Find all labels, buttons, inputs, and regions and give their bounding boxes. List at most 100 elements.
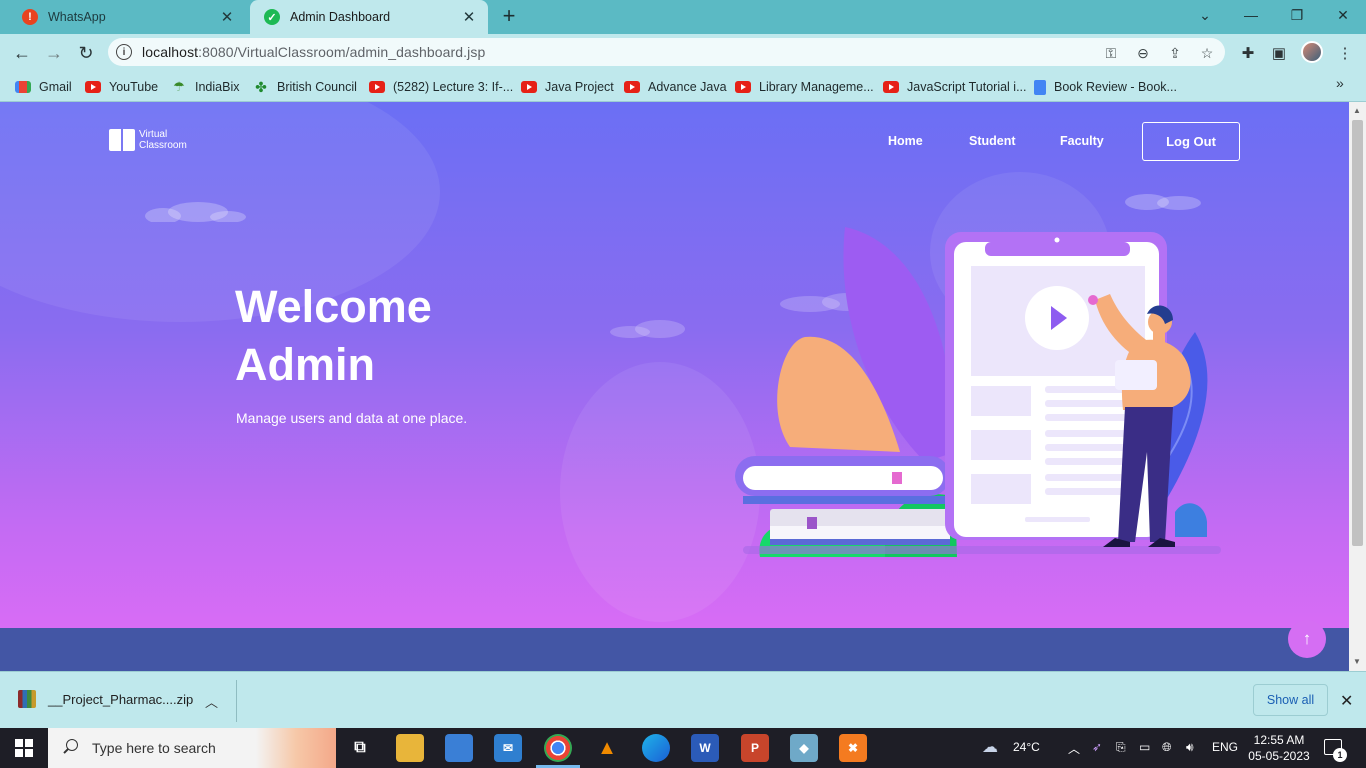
hero-title: Welcome Admin xyxy=(235,278,432,394)
bookmark-book-review[interactable]: Book Review - Book... xyxy=(1034,77,1177,97)
reload-icon[interactable]: ↻ xyxy=(73,40,99,66)
hero-title-line-2: Admin xyxy=(235,339,375,390)
youtube-icon xyxy=(624,81,640,93)
weather-cloud-icon[interactable]: ☁ xyxy=(982,737,998,757)
admin-dashboard-page: Virtual Classroom Home Student Faculty L… xyxy=(0,102,1349,671)
key-icon[interactable]: ⚿ xyxy=(1102,44,1120,62)
browser-tab-strip: ! WhatsApp ✕ ✓ Admin Dashboard ✕ + ⌄ — ❐… xyxy=(0,0,1366,34)
close-icon[interactable]: ✕ xyxy=(218,8,236,26)
browser-toolbar: ← → ↻ i localhost:8080/VirtualClassroom/… xyxy=(0,34,1366,71)
battery-icon[interactable]: ▭ xyxy=(1139,740,1150,754)
scrollbar-thumb[interactable] xyxy=(1352,120,1363,546)
windows-taskbar: Type here to search ⧉ ✉ ▲ W P ◆ ✖ ☁ 24°C… xyxy=(0,728,1366,768)
forward-arrow-icon[interactable]: → xyxy=(41,40,67,66)
british-council-icon: ✤ xyxy=(255,78,267,95)
cloud-decoration xyxy=(145,202,246,222)
download-item[interactable]: __Project_Pharmac....zip xyxy=(18,690,193,708)
nav-faculty-link[interactable]: Faculty xyxy=(1060,134,1104,148)
more-menu-icon[interactable]: ⋮ xyxy=(1334,42,1356,64)
youtube-icon xyxy=(85,81,101,93)
word-icon[interactable]: W xyxy=(691,734,719,762)
chrome-icon[interactable] xyxy=(536,734,580,768)
file-explorer-icon[interactable] xyxy=(396,734,424,762)
bookmark-star-icon[interactable]: ☆ xyxy=(1198,44,1216,62)
search-highlight-image xyxy=(256,728,336,768)
taskbar-clock[interactable]: 12:55 AM 05-05-2023 xyxy=(1244,732,1314,764)
feather-icon[interactable]: ➶ xyxy=(1092,740,1102,754)
bookmark-label: Java Project xyxy=(545,80,614,94)
youtube-icon xyxy=(735,81,751,93)
input-language[interactable]: ENG xyxy=(1212,740,1238,754)
bookmark-indiabix[interactable]: ☂ IndiaBix xyxy=(171,77,239,97)
tab-admin-dashboard[interactable]: ✓ Admin Dashboard ✕ xyxy=(250,0,488,34)
back-arrow-icon[interactable]: ← xyxy=(9,40,35,66)
search-icon xyxy=(62,739,80,757)
windows-start-icon[interactable] xyxy=(15,739,33,757)
zoom-out-icon[interactable]: ⊖ xyxy=(1134,44,1152,62)
task-view-icon[interactable]: ⧉ xyxy=(346,734,374,762)
bookmark-label: JavaScript Tutorial i... xyxy=(907,80,1027,94)
clock-date: 05-05-2023 xyxy=(1248,749,1310,763)
address-bar[interactable]: i localhost:8080/VirtualClassroom/admin_… xyxy=(108,38,1225,66)
site-info-icon[interactable]: i xyxy=(116,44,132,60)
mail-icon[interactable]: ✉ xyxy=(494,734,522,762)
tab-search-chevron-icon[interactable]: ⌄ xyxy=(1182,0,1228,30)
nav-home-link[interactable]: Home xyxy=(888,134,923,148)
volume-icon[interactable]: 🔊︎ xyxy=(1186,740,1194,755)
zip-archive-icon xyxy=(18,690,36,708)
scroll-to-top-button[interactable]: ↑ xyxy=(1288,620,1326,658)
bookmark-label: IndiaBix xyxy=(195,80,240,94)
edge-icon[interactable] xyxy=(642,734,670,762)
youtube-icon xyxy=(521,81,537,93)
network-globe-icon[interactable]: 🌐︎ xyxy=(1162,740,1172,755)
bookmark-british-council[interactable]: ✤ British Council xyxy=(253,77,357,97)
logout-button[interactable]: Log Out xyxy=(1142,122,1240,161)
new-tab-button[interactable]: + xyxy=(497,5,521,29)
virtualbox-icon[interactable]: ◆ xyxy=(790,734,818,762)
bookmark-youtube[interactable]: YouTube xyxy=(85,77,158,97)
tab-whatsapp[interactable]: ! WhatsApp ✕ xyxy=(8,0,246,34)
arrow-up-icon: ↑ xyxy=(1302,629,1312,648)
extensions-icon[interactable]: ✚ xyxy=(1237,42,1259,64)
close-icon[interactable]: ✕ xyxy=(1340,691,1353,711)
indiabix-icon: ☂ xyxy=(173,79,185,94)
bookmark-label: British Council xyxy=(277,80,357,94)
bookmark-java-project[interactable]: Java Project xyxy=(521,77,614,97)
minimize-icon[interactable]: — xyxy=(1228,0,1274,30)
restore-icon[interactable]: ❐ xyxy=(1274,0,1320,30)
url-text: localhost:8080/VirtualClassroom/admin_da… xyxy=(142,44,486,60)
xampp-icon[interactable]: ✖ xyxy=(839,734,867,762)
gmail-icon xyxy=(15,81,31,93)
side-panel-icon[interactable]: ▣ xyxy=(1268,42,1290,64)
close-icon[interactable]: ✕ xyxy=(460,8,478,26)
weather-temperature[interactable]: 24°C xyxy=(1013,740,1040,754)
bookmark-lecture[interactable]: (5282) Lecture 3: If-... xyxy=(369,77,513,97)
meet-now-icon[interactable]: ⎘ xyxy=(1116,740,1126,755)
hero-title-line-1: Welcome xyxy=(235,281,432,332)
bookmark-javascript[interactable]: JavaScript Tutorial i... xyxy=(883,77,1027,97)
bookmark-label: YouTube xyxy=(109,80,159,94)
scroll-up-arrow-icon[interactable]: ▲ xyxy=(1353,106,1361,115)
powerpoint-icon[interactable]: P xyxy=(741,734,769,762)
bookmark-label: Library Manageme... xyxy=(759,80,874,94)
chevron-up-icon[interactable]: ︿ xyxy=(205,692,218,711)
chevron-up-icon[interactable]: ︿ xyxy=(1068,740,1080,757)
profile-avatar[interactable] xyxy=(1301,41,1323,63)
scroll-down-arrow-icon[interactable]: ▼ xyxy=(1353,657,1361,666)
share-icon[interactable]: ⇪ xyxy=(1166,44,1184,62)
bookmark-library[interactable]: Library Manageme... xyxy=(735,77,874,97)
bookmark-advance-java[interactable]: Advance Java xyxy=(624,77,727,97)
taskbar-search-box[interactable]: Type here to search xyxy=(48,728,336,768)
vlc-icon[interactable]: ▲ xyxy=(593,734,621,762)
microsoft-store-icon[interactable] xyxy=(445,734,473,762)
show-all-button[interactable]: Show all xyxy=(1253,684,1328,716)
bookmark-label: Advance Java xyxy=(648,80,727,94)
window-close-icon[interactable]: ✕ xyxy=(1320,0,1366,30)
whatsapp-alert-icon: ! xyxy=(22,9,38,25)
bookmark-gmail[interactable]: Gmail xyxy=(15,77,72,97)
virtual-classroom-logo[interactable]: Virtual Classroom xyxy=(109,129,187,151)
logo-line-1: Virtual xyxy=(139,129,168,140)
page-scrollbar[interactable]: ▲ ▼ xyxy=(1349,102,1366,671)
bookmarks-overflow-icon[interactable]: » xyxy=(1336,75,1344,91)
nav-student-link[interactable]: Student xyxy=(969,134,1016,148)
